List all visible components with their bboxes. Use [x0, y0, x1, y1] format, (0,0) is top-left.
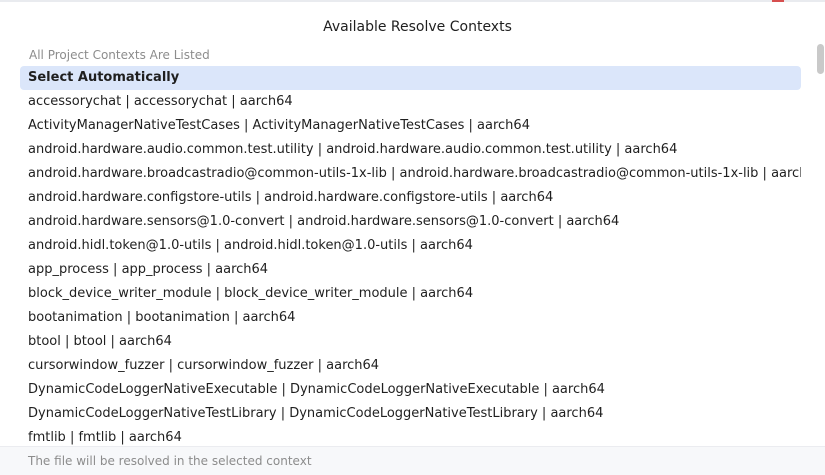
- list-item[interactable]: btool | btool | aarch64: [20, 330, 801, 354]
- vertical-scrollbar[interactable]: [815, 44, 825, 446]
- list-item[interactable]: fmtlib | fmtlib | aarch64: [20, 426, 801, 446]
- scrollbar-thumb[interactable]: [817, 44, 824, 74]
- list-item[interactable]: app_process | app_process | aarch64: [20, 258, 801, 282]
- list-item[interactable]: android.hardware.configstore-utils | and…: [20, 186, 801, 210]
- list-item[interactable]: accessorychat | accessorychat | aarch64: [20, 90, 801, 114]
- popup-top-edge: [0, 0, 825, 2]
- popup-footer: The file will be resolved in the selecte…: [0, 446, 825, 475]
- list-item[interactable]: android.hardware.audio.common.test.utili…: [20, 138, 801, 162]
- list-item[interactable]: cursorwindow_fuzzer | cursorwindow_fuzze…: [20, 354, 801, 378]
- popup-title: Available Resolve Contexts: [323, 19, 512, 35]
- list-item[interactable]: DynamicCodeLoggerNativeTestLibrary | Dyn…: [20, 402, 801, 426]
- list-item[interactable]: block_device_writer_module | block_devic…: [20, 282, 801, 306]
- popup-subtitle: All Project Contexts Are Listed: [29, 48, 210, 62]
- list-item-select-automatically[interactable]: Select Automatically: [20, 66, 801, 90]
- list-item[interactable]: android.hardware.sensors@1.0-convert | a…: [20, 210, 801, 234]
- resolve-contexts-popup: Available Resolve Contexts All Project C…: [0, 0, 825, 475]
- list-item[interactable]: ActivityManagerNativeTestCases | Activit…: [20, 114, 801, 138]
- accent-mark: [772, 0, 784, 2]
- list-item[interactable]: DynamicCodeLoggerNativeExecutable | Dyna…: [20, 378, 801, 402]
- list-item[interactable]: android.hidl.token@1.0-utils | android.h…: [20, 234, 801, 258]
- footer-hint: The file will be resolved in the selecte…: [28, 454, 312, 468]
- context-list[interactable]: Select Automatically accessorychat | acc…: [20, 66, 801, 446]
- list-item[interactable]: android.hardware.broadcastradio@common-u…: [20, 162, 801, 186]
- list-item[interactable]: bootanimation | bootanimation | aarch64: [20, 306, 801, 330]
